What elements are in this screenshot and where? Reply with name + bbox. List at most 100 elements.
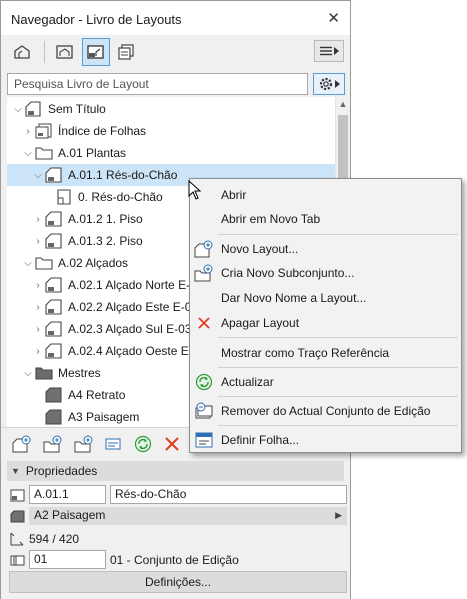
search-input[interactable] bbox=[7, 73, 308, 95]
menu-item-new-subset[interactable]: Cria Novo Subconjunto... bbox=[190, 262, 461, 284]
chevron-right-icon: ▶ bbox=[335, 510, 342, 520]
refresh-icon bbox=[194, 373, 214, 391]
search-settings-button[interactable] bbox=[313, 73, 345, 95]
new-subset-button[interactable] bbox=[42, 433, 64, 455]
drawing-icon bbox=[55, 189, 73, 205]
collapse-arrow-icon[interactable]: ▼ bbox=[11, 466, 20, 476]
tree-node-item[interactable]: › A.01.2 1. Piso bbox=[31, 208, 143, 230]
collapsed-arrow-icon[interactable]: › bbox=[31, 324, 45, 335]
menu-item-remove-from-set[interactable]: Remover do Actual Conjunto de Edição bbox=[190, 400, 461, 422]
expanded-arrow-icon[interactable]: ⌵ bbox=[21, 368, 35, 379]
menu-item-label: Abrir em Novo Tab bbox=[221, 212, 321, 226]
menu-item-label: Dar Novo Nome a Layout... bbox=[221, 291, 367, 305]
define-sheet-icon bbox=[194, 431, 214, 449]
collapsed-arrow-icon[interactable]: › bbox=[31, 346, 45, 357]
project-map-button[interactable] bbox=[9, 38, 37, 66]
menu-item-open-new-tab[interactable]: Abrir em Novo Tab bbox=[190, 208, 461, 230]
sheet-index-icon bbox=[35, 123, 53, 139]
tree-node-root[interactable]: ⌵ Sem Título bbox=[11, 98, 106, 120]
menu-separator bbox=[218, 425, 458, 426]
layout-icon bbox=[45, 321, 63, 337]
view-map-button[interactable] bbox=[51, 38, 79, 66]
close-icon[interactable]: ✕ bbox=[327, 9, 340, 27]
properties-title: Propriedades bbox=[25, 464, 98, 478]
context-menu: Abrir Abrir em Novo Tab Novo Layout... C… bbox=[189, 178, 462, 453]
view-map-icon bbox=[56, 45, 73, 59]
menu-item-show-trace[interactable]: Mostrar como Traço Referência bbox=[190, 342, 461, 364]
collapsed-arrow-icon[interactable]: › bbox=[31, 302, 45, 313]
collapsed-arrow-icon[interactable]: › bbox=[31, 280, 45, 291]
publisher-set-icon bbox=[10, 553, 25, 567]
tree-node-label: A.02.4 Alçado Oeste E-04 bbox=[68, 344, 207, 358]
delete-button[interactable] bbox=[161, 433, 183, 455]
new-subset-icon bbox=[194, 264, 214, 282]
masters-folder-icon bbox=[35, 365, 53, 381]
menu-item-label: Abrir bbox=[221, 188, 247, 202]
menu-item-label: Remover do Actual Conjunto de Edição bbox=[221, 404, 431, 418]
tree-node-label: A.02.2 Alçado Este E-02 bbox=[68, 300, 199, 314]
tree-node-item[interactable]: › A.02.4 Alçado Oeste E-04 bbox=[31, 340, 206, 362]
new-layout-button[interactable] bbox=[11, 433, 33, 455]
layout-name-field[interactable]: Rés-do-Chão bbox=[110, 485, 347, 504]
master-layout-select[interactable]: A2 Paisagem ▶ bbox=[29, 507, 347, 525]
layout-icon bbox=[45, 277, 63, 293]
tree-node-item[interactable]: A3 Paisagem bbox=[45, 406, 139, 427]
collapsed-arrow-icon[interactable]: › bbox=[31, 236, 45, 247]
menu-item-define-sheet[interactable]: Definir Folha... bbox=[190, 429, 461, 451]
delete-icon bbox=[165, 437, 179, 451]
collapsed-arrow-icon[interactable]: › bbox=[31, 214, 45, 225]
new-folder-button[interactable] bbox=[73, 433, 95, 455]
expanded-arrow-icon[interactable]: ⌵ bbox=[31, 170, 45, 181]
new-layout-icon bbox=[12, 435, 31, 453]
layout-book-button[interactable] bbox=[82, 38, 110, 66]
menu-separator bbox=[218, 337, 458, 338]
collapsed-arrow-icon[interactable]: › bbox=[21, 126, 35, 137]
tree-node-item[interactable]: › A.01.3 2. Piso bbox=[31, 230, 143, 252]
menu-item-refresh[interactable]: Actualizar bbox=[190, 371, 461, 393]
master-layout-value: A2 Paisagem bbox=[34, 508, 106, 522]
menu-item-new-layout[interactable]: Novo Layout... bbox=[190, 238, 461, 260]
tree-node-item[interactable]: › A.02.3 Alçado Sul E-03 bbox=[31, 318, 191, 340]
scroll-up-arrow-icon[interactable]: ▲ bbox=[336, 99, 350, 109]
tree-node-item[interactable]: A4 Retrato bbox=[45, 384, 125, 406]
tree-node-item[interactable]: ⌵ A.01 Plantas bbox=[21, 142, 126, 164]
layout-book-icon bbox=[87, 45, 104, 59]
title-bar: Navegador - Livro de Layouts ✕ bbox=[1, 1, 350, 35]
refresh-button[interactable] bbox=[132, 433, 154, 455]
menu-item-rename[interactable]: Dar Novo Nome a Layout... bbox=[190, 287, 461, 309]
tree-node-item[interactable]: 0. Rés-do-Chão bbox=[55, 186, 163, 208]
publisher-sets-icon bbox=[118, 44, 134, 60]
tree-node-label: A4 Retrato bbox=[68, 388, 126, 402]
tree-node-item[interactable]: ⌵ A.02 Alçados bbox=[21, 252, 128, 274]
options-menu-button[interactable] bbox=[314, 40, 344, 62]
properties-button[interactable] bbox=[102, 433, 124, 455]
new-layout-icon bbox=[194, 240, 214, 258]
settings-button[interactable]: Definições... bbox=[9, 571, 347, 593]
set-number-field[interactable]: 01 bbox=[29, 550, 106, 569]
new-folder-icon bbox=[74, 435, 93, 453]
tree-node-item[interactable]: › A.02.1 Alçado Norte E-01 bbox=[31, 274, 203, 296]
layout-icon bbox=[45, 299, 63, 315]
master-icon bbox=[10, 509, 25, 523]
tree-node-label: A.01.2 1. Piso bbox=[68, 212, 143, 226]
chevron-right-icon bbox=[335, 80, 340, 88]
properties-header[interactable]: ▼ Propriedades bbox=[7, 461, 344, 481]
layout-icon bbox=[45, 167, 63, 183]
tree-node-label: A.02.3 Alçado Sul E-03 bbox=[68, 322, 192, 336]
layout-book-icon bbox=[25, 101, 43, 117]
menu-item-delete[interactable]: Apagar Layout bbox=[190, 312, 461, 334]
tree-node-item[interactable]: ⌵ Mestres bbox=[21, 362, 100, 384]
master-layout-icon bbox=[45, 409, 63, 425]
tree-node-label: A.01 Plantas bbox=[58, 146, 127, 160]
layout-id-field[interactable]: A.01.1 bbox=[29, 485, 106, 504]
hamburger-icon bbox=[319, 46, 332, 56]
menu-item-open[interactable]: Abrir bbox=[190, 184, 461, 206]
tree-node-item[interactable]: › Índice de Folhas bbox=[21, 120, 146, 142]
publisher-sets-button[interactable] bbox=[113, 38, 141, 66]
remove-from-set-icon bbox=[194, 402, 214, 420]
expanded-arrow-icon[interactable]: ⌵ bbox=[21, 148, 35, 159]
refresh-icon bbox=[134, 435, 152, 453]
tree-node-item[interactable]: › A.02.2 Alçado Este E-02 bbox=[31, 296, 198, 318]
expanded-arrow-icon[interactable]: ⌵ bbox=[21, 258, 35, 269]
expanded-arrow-icon[interactable]: ⌵ bbox=[11, 104, 25, 115]
